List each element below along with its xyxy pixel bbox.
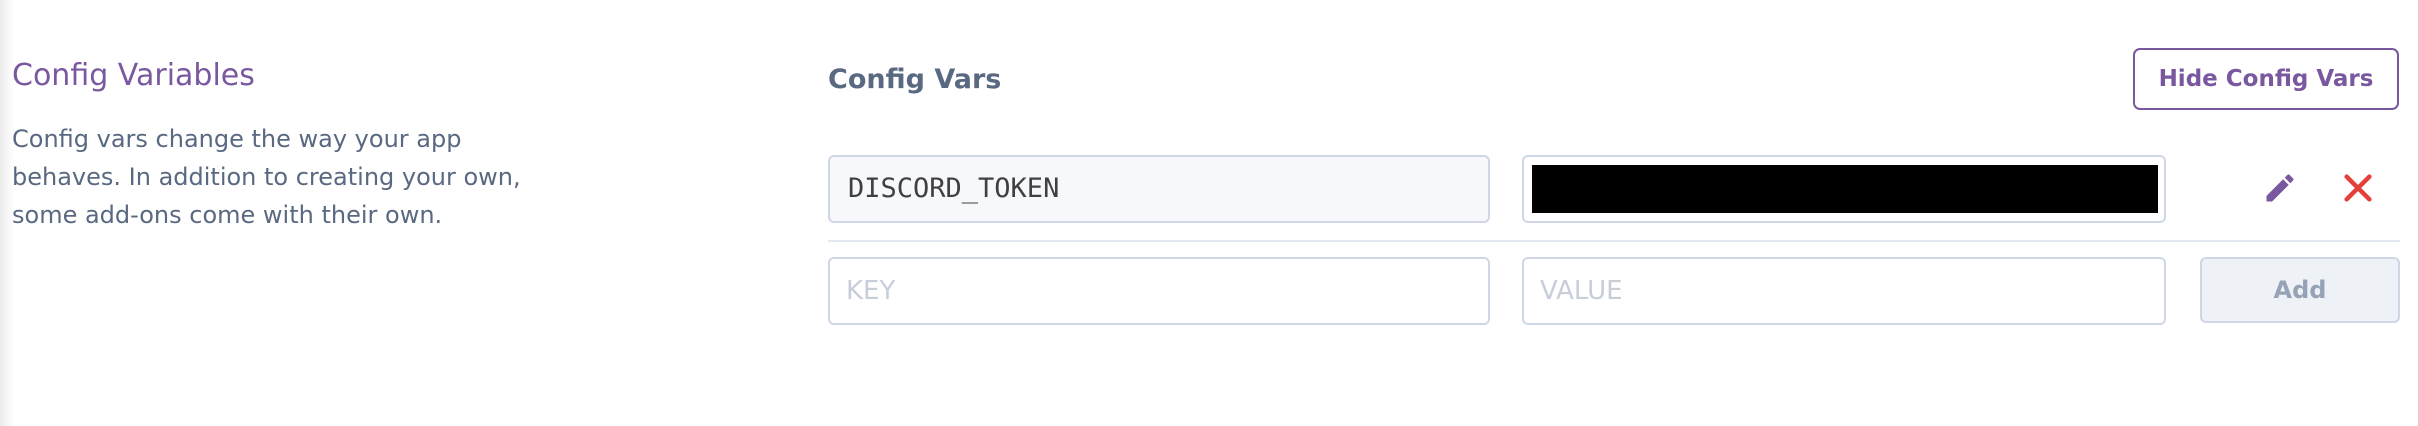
row-divider bbox=[828, 240, 2400, 242]
config-var-value-field[interactable] bbox=[1522, 155, 2166, 223]
new-key-input[interactable] bbox=[828, 257, 1490, 325]
redacted-value-block bbox=[1532, 165, 2158, 213]
pencil-icon bbox=[2266, 174, 2294, 202]
close-icon bbox=[2344, 174, 2372, 202]
config-vars-settings: Config Variables Config vars change the … bbox=[0, 0, 2418, 426]
edit-config-var-button[interactable] bbox=[2256, 164, 2304, 212]
section-description: Config vars change the way your app beha… bbox=[12, 125, 521, 229]
delete-config-var-button[interactable] bbox=[2334, 164, 2382, 212]
new-value-input[interactable] bbox=[1522, 257, 2166, 325]
config-vars-heading: Config Vars bbox=[828, 64, 1002, 95]
config-var-key-field[interactable]: DISCORD_TOKEN bbox=[828, 155, 1490, 223]
section-title: Config Variables bbox=[12, 58, 255, 93]
hide-config-vars-button[interactable]: Hide Config Vars bbox=[2133, 48, 2399, 110]
add-config-var-button[interactable]: Add bbox=[2200, 257, 2400, 323]
